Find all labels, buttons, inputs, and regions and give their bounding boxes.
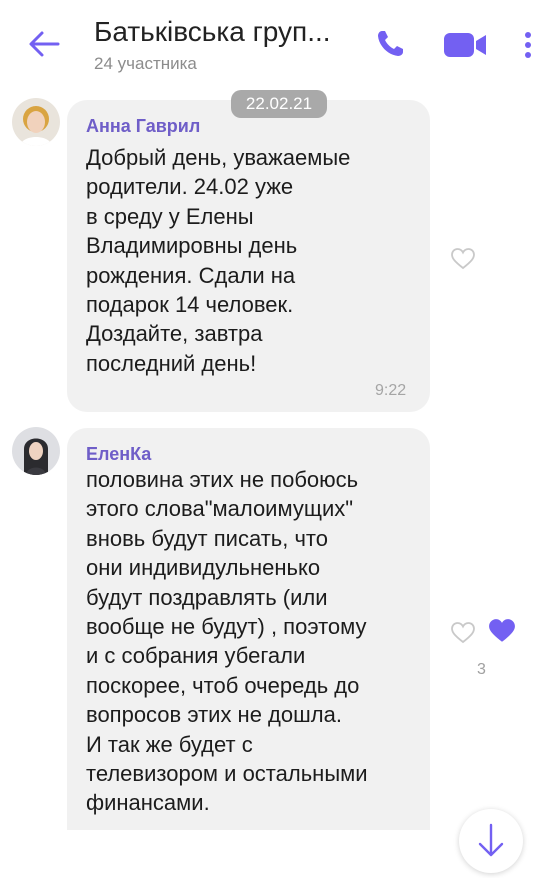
message-bubble[interactable]: ЕленКа половина этих не побоюсь этого сл… (67, 428, 430, 830)
message-text: Добрый день, уважаемые родители. 24.02 у… (86, 145, 351, 376)
scroll-to-bottom-button[interactable] (459, 809, 523, 873)
like-count: 3 (477, 661, 486, 678)
like-heart-icon[interactable] (450, 621, 476, 645)
chat-area[interactable]: Анна Гаврил Добрый день, уважаемые родит… (0, 86, 560, 873)
like-heart-icon[interactable] (450, 247, 476, 271)
message-text: половина этих не побоюсь этого слова"мал… (86, 467, 368, 816)
participants-count: 24 участника (94, 54, 197, 73)
message-bubble[interactable]: Анна Гаврил Добрый день, уважаемые родит… (67, 100, 430, 412)
arrow-down-icon (478, 823, 504, 857)
chat-title[interactable]: Батьківська груп... (94, 16, 331, 48)
back-arrow-icon[interactable] (26, 28, 62, 60)
phone-icon[interactable] (374, 28, 406, 60)
more-vertical-icon[interactable] (518, 30, 538, 60)
video-camera-icon[interactable] (442, 30, 488, 60)
message-sender[interactable]: ЕленКа (86, 444, 151, 465)
message-time: 9:22 (375, 382, 407, 399)
date-badge: 22.02.21 (231, 90, 327, 118)
message-sender[interactable]: Анна Гаврил (86, 116, 200, 137)
avatar-anna[interactable] (12, 98, 60, 146)
chat-header: Батьківська груп... 24 участника (0, 0, 560, 87)
liked-heart-icon[interactable] (488, 618, 516, 644)
avatar-elenka[interactable] (12, 427, 60, 475)
